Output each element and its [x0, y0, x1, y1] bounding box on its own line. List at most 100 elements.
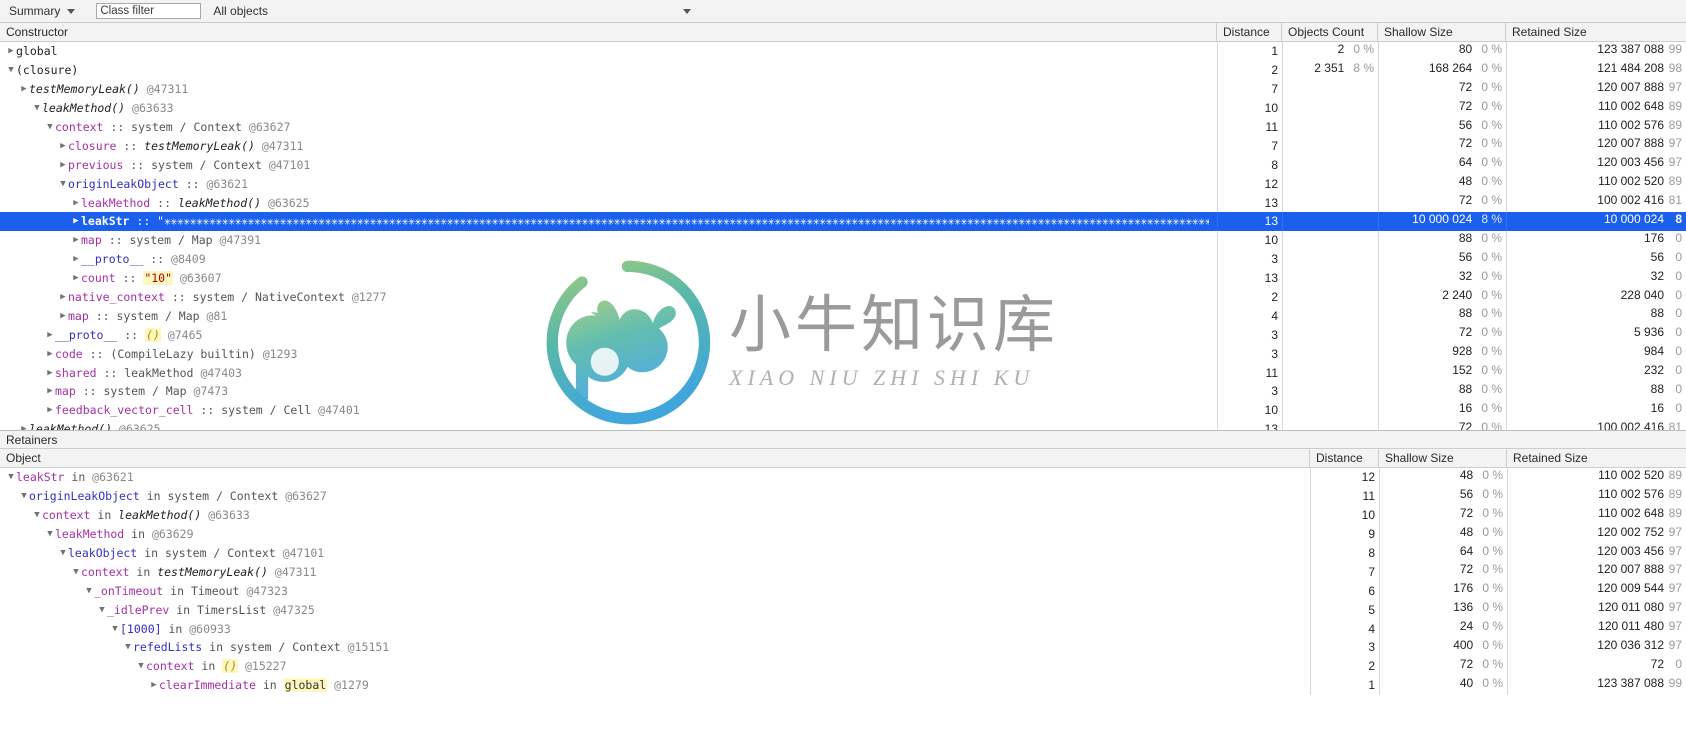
tree-twisty[interactable]: ▶: [45, 326, 55, 344]
cell-object[interactable]: ▼ refedLists in system / Context @15151: [0, 638, 1310, 657]
cell-constructor[interactable]: ▼ context :: system / Context @63627: [0, 118, 1217, 137]
constructors-grid-body[interactable]: ▶ global 1 2 0 % 80 0 % 123 387 088 99 ▼ (closure)…: [0, 42, 1686, 430]
cell-constructor[interactable]: ▶ leakMethod() @63625: [0, 420, 1217, 430]
retainer-row[interactable]: ▼ leakObject in system / Context @47101 8 6…: [0, 543, 1686, 563]
retainer-row[interactable]: ▼ context in leakMethod() @63633 10 72 0 % 11…: [0, 505, 1686, 525]
retainer-row[interactable]: ▼ refedLists in system / Context @15151 3 4…: [0, 638, 1686, 657]
cell-object[interactable]: ▼ _idlePrev in TimersList @47325: [0, 600, 1310, 619]
cell-constructor[interactable]: ▼ originLeakObject :: @63621: [0, 174, 1217, 193]
constructor-row[interactable]: ▶map :: system / Map @47391100 %880 %176…: [0, 230, 1686, 250]
constructor-row[interactable]: ▶testMemoryLeak() @4731170 %720 %120 007…: [0, 79, 1686, 99]
objects-scope-selector[interactable]: All objects: [213, 1, 692, 21]
constructor-row[interactable]: ▼context :: system / Context @63627110 %…: [0, 117, 1686, 137]
retainer-row[interactable]: ▼ context in () @15227 2 72 0 % 72 0: [0, 656, 1686, 676]
column-header-distance[interactable]: Distance: [1310, 448, 1379, 468]
tree-twisty[interactable]: ▼: [45, 118, 55, 136]
constructor-row[interactable]: ▶ native_context :: system / NativeContex…: [0, 287, 1686, 307]
tree-twisty[interactable]: ▼: [6, 468, 16, 486]
tree-twisty[interactable]: ▶: [6, 42, 16, 60]
cell-object[interactable]: ▼ leakMethod in @63629: [0, 525, 1310, 544]
tree-twisty[interactable]: ▶: [71, 231, 81, 249]
cell-constructor[interactable]: ▶ code :: (CompileLazy builtin) @1293: [0, 344, 1217, 363]
tree-twisty[interactable]: ▼: [58, 544, 68, 562]
retainer-row[interactable]: ▼ leakStr in @63621 12 48 0 % 110 002 520 89: [0, 468, 1686, 487]
tree-twisty[interactable]: ▼: [32, 506, 42, 524]
constructor-row[interactable]: ▶shared :: leakMethod @47403110 %1520 %2…: [0, 363, 1686, 383]
cell-constructor[interactable]: ▶ __proto__ :: () @7465: [0, 325, 1217, 344]
column-header-retained-size[interactable]: Retained Size: [1506, 23, 1686, 42]
cell-constructor[interactable]: ▶ __proto__ :: @8409: [0, 250, 1217, 269]
tree-twisty[interactable]: ▶: [19, 80, 29, 98]
retainers-section-title[interactable]: Retainers: [0, 430, 1686, 449]
constructor-row[interactable]: ▶previous :: system / Context @4710180 %…: [0, 155, 1686, 175]
class-filter-input[interactable]: [96, 3, 202, 19]
retainer-row[interactable]: ▼ leakMethod in @63629 9 48 0 % 120 002 752 97: [0, 524, 1686, 544]
constructor-row[interactable]: ▶leakMethod() @63625130 %720 %100 002 41…: [0, 419, 1686, 430]
retainer-row[interactable]: ▼ context in testMemoryLeak() @47311 7 72 0 …: [0, 562, 1686, 582]
retainer-row[interactable]: ▼ [1000] in @60933 4 24 0 % 120 011 480 97: [0, 619, 1686, 639]
constructor-row[interactable]: ▶map :: system / Map @8140 %880 %880: [0, 306, 1686, 326]
constructor-row[interactable]: ▶leakMethod :: leakMethod() @63625130 %7…: [0, 193, 1686, 213]
constructor-row[interactable]: ▶ feedback_vector_cell :: system / Cell @…: [0, 400, 1686, 420]
cell-constructor[interactable]: ▶ global: [0, 42, 1217, 61]
cell-constructor[interactable]: ▼ leakMethod() @63633: [0, 99, 1217, 118]
tree-twisty[interactable]: ▶: [45, 345, 55, 363]
cell-constructor[interactable]: ▶ previous :: system / Context @47101: [0, 155, 1217, 174]
tree-twisty[interactable]: ▶: [45, 382, 55, 400]
cell-constructor[interactable]: ▶ map :: system / Map @81: [0, 306, 1217, 325]
constructor-row[interactable]: ▶count :: "10" @63607130 %320 %320: [0, 268, 1686, 288]
cell-object[interactable]: ▼ leakObject in system / Context @47101: [0, 544, 1310, 563]
tree-twisty[interactable]: ▼: [58, 175, 68, 193]
tree-twisty[interactable]: ▶: [58, 137, 68, 155]
tree-twisty[interactable]: ▶: [19, 420, 29, 430]
cell-object[interactable]: ▼ leakStr in @63621: [0, 468, 1310, 487]
column-header-retained-size[interactable]: Retained Size: [1507, 449, 1686, 468]
cell-object[interactable]: ▼ context in leakMethod() @63633: [0, 506, 1310, 525]
tree-twisty[interactable]: ▼: [136, 657, 146, 675]
constructor-row[interactable]: ▶closure :: testMemoryLeak() @4731170 %7…: [0, 136, 1686, 156]
cell-object[interactable]: ▼ originLeakObject in system / Context @6…: [0, 487, 1310, 506]
tree-twisty[interactable]: ▶: [45, 401, 55, 419]
cell-constructor[interactable]: ▶ leakMethod :: leakMethod() @63625: [0, 193, 1217, 212]
cell-object[interactable]: ▼ _onTimeout in Timeout @47323: [0, 581, 1310, 600]
tree-twisty[interactable]: ▼: [110, 620, 120, 638]
column-header-constructor[interactable]: Constructor: [0, 22, 1217, 42]
constructor-row[interactable]: ▶map :: system / Map @747330 %880 %880: [0, 382, 1686, 401]
tree-twisty[interactable]: ▶: [58, 156, 68, 174]
tree-twisty[interactable]: ▶: [149, 676, 159, 694]
retainer-row[interactable]: ▼ originLeakObject in system / Context @6…: [0, 486, 1686, 506]
column-header-shallow-size[interactable]: Shallow Size: [1379, 448, 1507, 468]
retainer-row[interactable]: ▼ _onTimeout in Timeout @47323 6 176 0 % 120 …: [0, 581, 1686, 601]
tree-twisty[interactable]: ▶: [45, 364, 55, 382]
retainer-row[interactable]: ▼ _idlePrev in TimersList @47325 5 136 0 % 12…: [0, 600, 1686, 620]
column-header-objects-count[interactable]: Objects Count: [1282, 22, 1378, 42]
constructor-row[interactable]: ▼ (closure) 2 2 351 8 % 168 264 0 % 121 484 208…: [0, 60, 1686, 80]
cell-constructor[interactable]: ▶ testMemoryLeak() @47311: [0, 80, 1217, 99]
cell-object[interactable]: ▼ context in () @15227: [0, 657, 1310, 676]
tree-twisty[interactable]: ▼: [123, 638, 133, 656]
cell-object[interactable]: ▼ [1000] in @60933: [0, 619, 1310, 638]
tree-twisty[interactable]: ▼: [32, 99, 42, 117]
column-header-shallow-size[interactable]: Shallow Size: [1378, 22, 1506, 42]
tree-twisty[interactable]: ▶: [71, 250, 81, 268]
cell-constructor[interactable]: ▶ closure :: testMemoryLeak() @47311: [0, 136, 1217, 155]
tree-twisty[interactable]: ▶: [71, 269, 81, 287]
constructor-row[interactable]: ▶__proto__ :: @840930 %560 %560: [0, 249, 1686, 269]
cell-constructor[interactable]: ▶ count :: "10" @63607: [0, 269, 1217, 288]
tree-twisty[interactable]: ▼: [19, 487, 29, 505]
cell-constructor[interactable]: ▶ map :: system / Map @47391: [0, 231, 1217, 250]
column-header-distance[interactable]: Distance: [1217, 22, 1282, 42]
constructor-row[interactable]: ▼leakMethod() @63633100 %720 %110 002 64…: [0, 98, 1686, 118]
tree-twisty[interactable]: ▼: [45, 525, 55, 543]
cell-constructor[interactable]: ▶ map :: system / Map @7473: [0, 382, 1217, 401]
constructor-row[interactable]: ▶__proto__ :: () @746530 %720 %5 9360: [0, 325, 1686, 345]
tree-twisty[interactable]: ▶: [58, 307, 68, 325]
cell-constructor[interactable]: ▶ feedback_vector_cell :: system / Cell @…: [0, 401, 1217, 420]
view-selector[interactable]: Summary: [7, 4, 77, 18]
constructor-row[interactable]: ▶ global 1 2 0 % 80 0 % 123 387 088 99: [0, 42, 1686, 61]
cell-constructor[interactable]: ▶ native_context :: system / NativeContex…: [0, 288, 1217, 307]
constructor-row[interactable]: ▶ leakStr :: " ✳✳✳✳✳✳✳✳✳✳✳✳✳✳✳✳✳✳✳✳✳✳✳✳✳✳✳…: [0, 212, 1686, 231]
retainer-row[interactable]: ▶ clearImmediate in global @1279 1 40 0 % 123…: [0, 675, 1686, 695]
tree-twisty[interactable]: ▼: [84, 582, 94, 600]
tree-twisty[interactable]: ▶: [71, 194, 81, 212]
